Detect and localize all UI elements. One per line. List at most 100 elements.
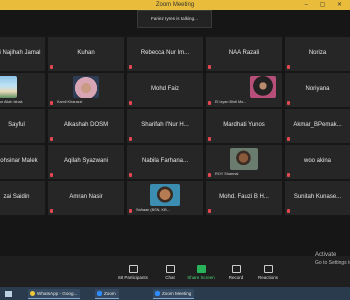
participant-name: NAA Razali — [228, 50, 260, 56]
participant-name: Sharifah I'Nur H... — [141, 122, 189, 128]
participant-name: Akmar_BPemak... — [293, 122, 342, 128]
participant-tile[interactable]: Kuhan — [48, 37, 124, 71]
participant-name: Nur Aliah Ishak — [0, 99, 23, 104]
participant-tile[interactable]: zai Saidin — [0, 181, 45, 215]
taskbar-item-zoom-meeting[interactable]: Zoom Meeting — [153, 289, 195, 299]
participant-name: Noriza — [308, 50, 327, 56]
muted-mic-icon — [287, 172, 290, 177]
participant-video — [0, 76, 18, 98]
participant-video — [250, 76, 276, 98]
participant-tile[interactable]: Sharifah I'Nur H... — [127, 109, 203, 143]
participant-name: Aqilah Syazwani — [63, 158, 109, 164]
activate-windows-watermark: Activate Go to Settings to activ — [315, 251, 350, 267]
participant-name: Amran Nasir — [69, 194, 103, 200]
participant-name: Kamil Kharazzi — [57, 99, 83, 104]
window-title: Zoom Meeting — [155, 2, 195, 8]
share-screen-label: Share Screen — [187, 275, 215, 280]
muted-mic-icon — [208, 136, 211, 141]
muted-mic-icon — [129, 136, 132, 141]
participant-name: Alkashah DOSM — [63, 122, 109, 128]
record-label: Record — [228, 275, 244, 280]
muted-mic-icon — [129, 208, 132, 213]
muted-mic-icon — [287, 64, 290, 69]
windows-taskbar: WhatsApp - Goog... Zoom Zoom Meeting — [0, 287, 350, 300]
start-icon[interactable] — [5, 291, 12, 297]
muted-mic-icon — [287, 136, 290, 141]
participant-name: ROY Sharmal — [215, 171, 239, 176]
participant-tile[interactable]: Aqilah Syazwani — [48, 145, 124, 179]
chat-label: Chat — [165, 275, 175, 280]
speaking-indicator: Fariez Iyres is talking... — [137, 10, 212, 28]
participant-grid: Siti Najihah Jamal Kuhan Rebecca Nur Im...… — [0, 37, 350, 251]
participant-tile[interactable]: Nabila Farhana... — [127, 145, 203, 179]
muted-mic-icon — [50, 208, 53, 213]
participant-name: Kuhan — [77, 50, 95, 56]
share-screen-button[interactable]: Share Screen — [186, 265, 216, 280]
participants-icon — [128, 265, 138, 273]
participant-name: zai Saidin — [3, 194, 30, 200]
muted-mic-icon — [287, 208, 290, 213]
participant-tile[interactable]: Kamil Kharazzi — [48, 73, 124, 107]
muted-mic-icon — [287, 100, 290, 105]
participant-tile[interactable]: Noriza — [285, 37, 350, 71]
muted-mic-icon — [50, 172, 53, 177]
reactions-button[interactable]: Reactions — [253, 265, 283, 280]
participant-name: Sunitah Kunase... — [293, 194, 342, 200]
participant-tile[interactable]: Sayful — [0, 109, 45, 143]
muted-mic-icon — [208, 100, 211, 105]
participant-name: woo akina — [303, 158, 332, 164]
share-screen-icon — [196, 265, 206, 273]
participants-label: Participants — [124, 275, 148, 280]
participant-name: Siti Najihah Jamal — [0, 50, 41, 56]
zoom-icon — [97, 291, 102, 296]
participant-name: Mohd. Fauzi B H... — [219, 194, 269, 200]
participant-tile[interactable]: Rebecca Nur Im... — [127, 37, 203, 71]
participants-button[interactable]: 68 Participants — [118, 265, 148, 280]
taskbar-item-label: Zoom Meeting — [162, 291, 192, 296]
muted-mic-icon — [50, 100, 53, 105]
participant-name: Mohsinar Malek — [0, 158, 38, 164]
chrome-icon — [30, 291, 35, 296]
participant-tile[interactable]: Siti Najihah Jamal — [0, 37, 45, 71]
participant-tile[interactable]: Noriyana — [285, 73, 350, 107]
muted-mic-icon — [129, 172, 132, 177]
participant-tile[interactable]: Safraan (BSN, KB... — [127, 181, 203, 215]
muted-mic-icon — [208, 64, 211, 69]
muted-mic-icon — [50, 64, 53, 69]
taskbar-item-whatsapp[interactable]: WhatsApp - Goog... — [28, 289, 81, 299]
participant-tile[interactable]: ROY Sharmal — [206, 145, 282, 179]
participant-tile[interactable]: Sunitah Kunase... — [285, 181, 350, 215]
participant-name: Mardhati Yunos — [223, 122, 265, 128]
window-controls[interactable]: – ▢ ✕ — [305, 0, 347, 10]
participant-tile[interactable]: Mohsinar Malek — [0, 145, 45, 179]
participant-tile[interactable]: woo akina — [285, 145, 350, 179]
taskbar-item-zoom[interactable]: Zoom — [95, 289, 119, 299]
taskbar-item-label: Zoom — [104, 291, 116, 296]
participant-tile[interactable]: Amran Nasir — [48, 181, 124, 215]
participant-name: Noriyana — [305, 86, 330, 92]
muted-mic-icon — [208, 208, 211, 213]
zoom-icon — [155, 291, 160, 296]
participant-tile[interactable]: Akmar_BPemak... — [285, 109, 350, 143]
muted-mic-icon — [208, 172, 211, 177]
participant-name: Mohd Faiz — [150, 86, 179, 92]
participant-name: El Izyan Binti Mo... — [215, 99, 247, 104]
participant-tile[interactable]: Mohd Faiz — [127, 73, 203, 107]
participant-tile[interactable]: Mohd. Fauzi B H... — [206, 181, 282, 215]
participant-tile[interactable]: Alkashah DOSM — [48, 109, 124, 143]
chat-icon — [165, 265, 175, 273]
chat-button[interactable]: Chat — [155, 265, 185, 280]
participant-tile[interactable]: El Izyan Binti Mo... — [206, 73, 282, 107]
taskbar-item-label: WhatsApp - Goog... — [37, 291, 78, 296]
participant-tile[interactable]: Mardhati Yunos — [206, 109, 282, 143]
muted-mic-icon — [50, 136, 53, 141]
muted-mic-icon — [129, 100, 132, 105]
participant-tile[interactable]: Nur Aliah Ishak — [0, 73, 45, 107]
activate-title: Activate — [315, 252, 337, 258]
participants-count: 68 — [118, 275, 124, 280]
participant-tile[interactable]: NAA Razali — [206, 37, 282, 71]
record-button[interactable]: Record — [221, 265, 251, 280]
reactions-label: Reactions — [257, 275, 278, 280]
record-icon — [231, 265, 241, 273]
participant-video — [230, 148, 258, 170]
